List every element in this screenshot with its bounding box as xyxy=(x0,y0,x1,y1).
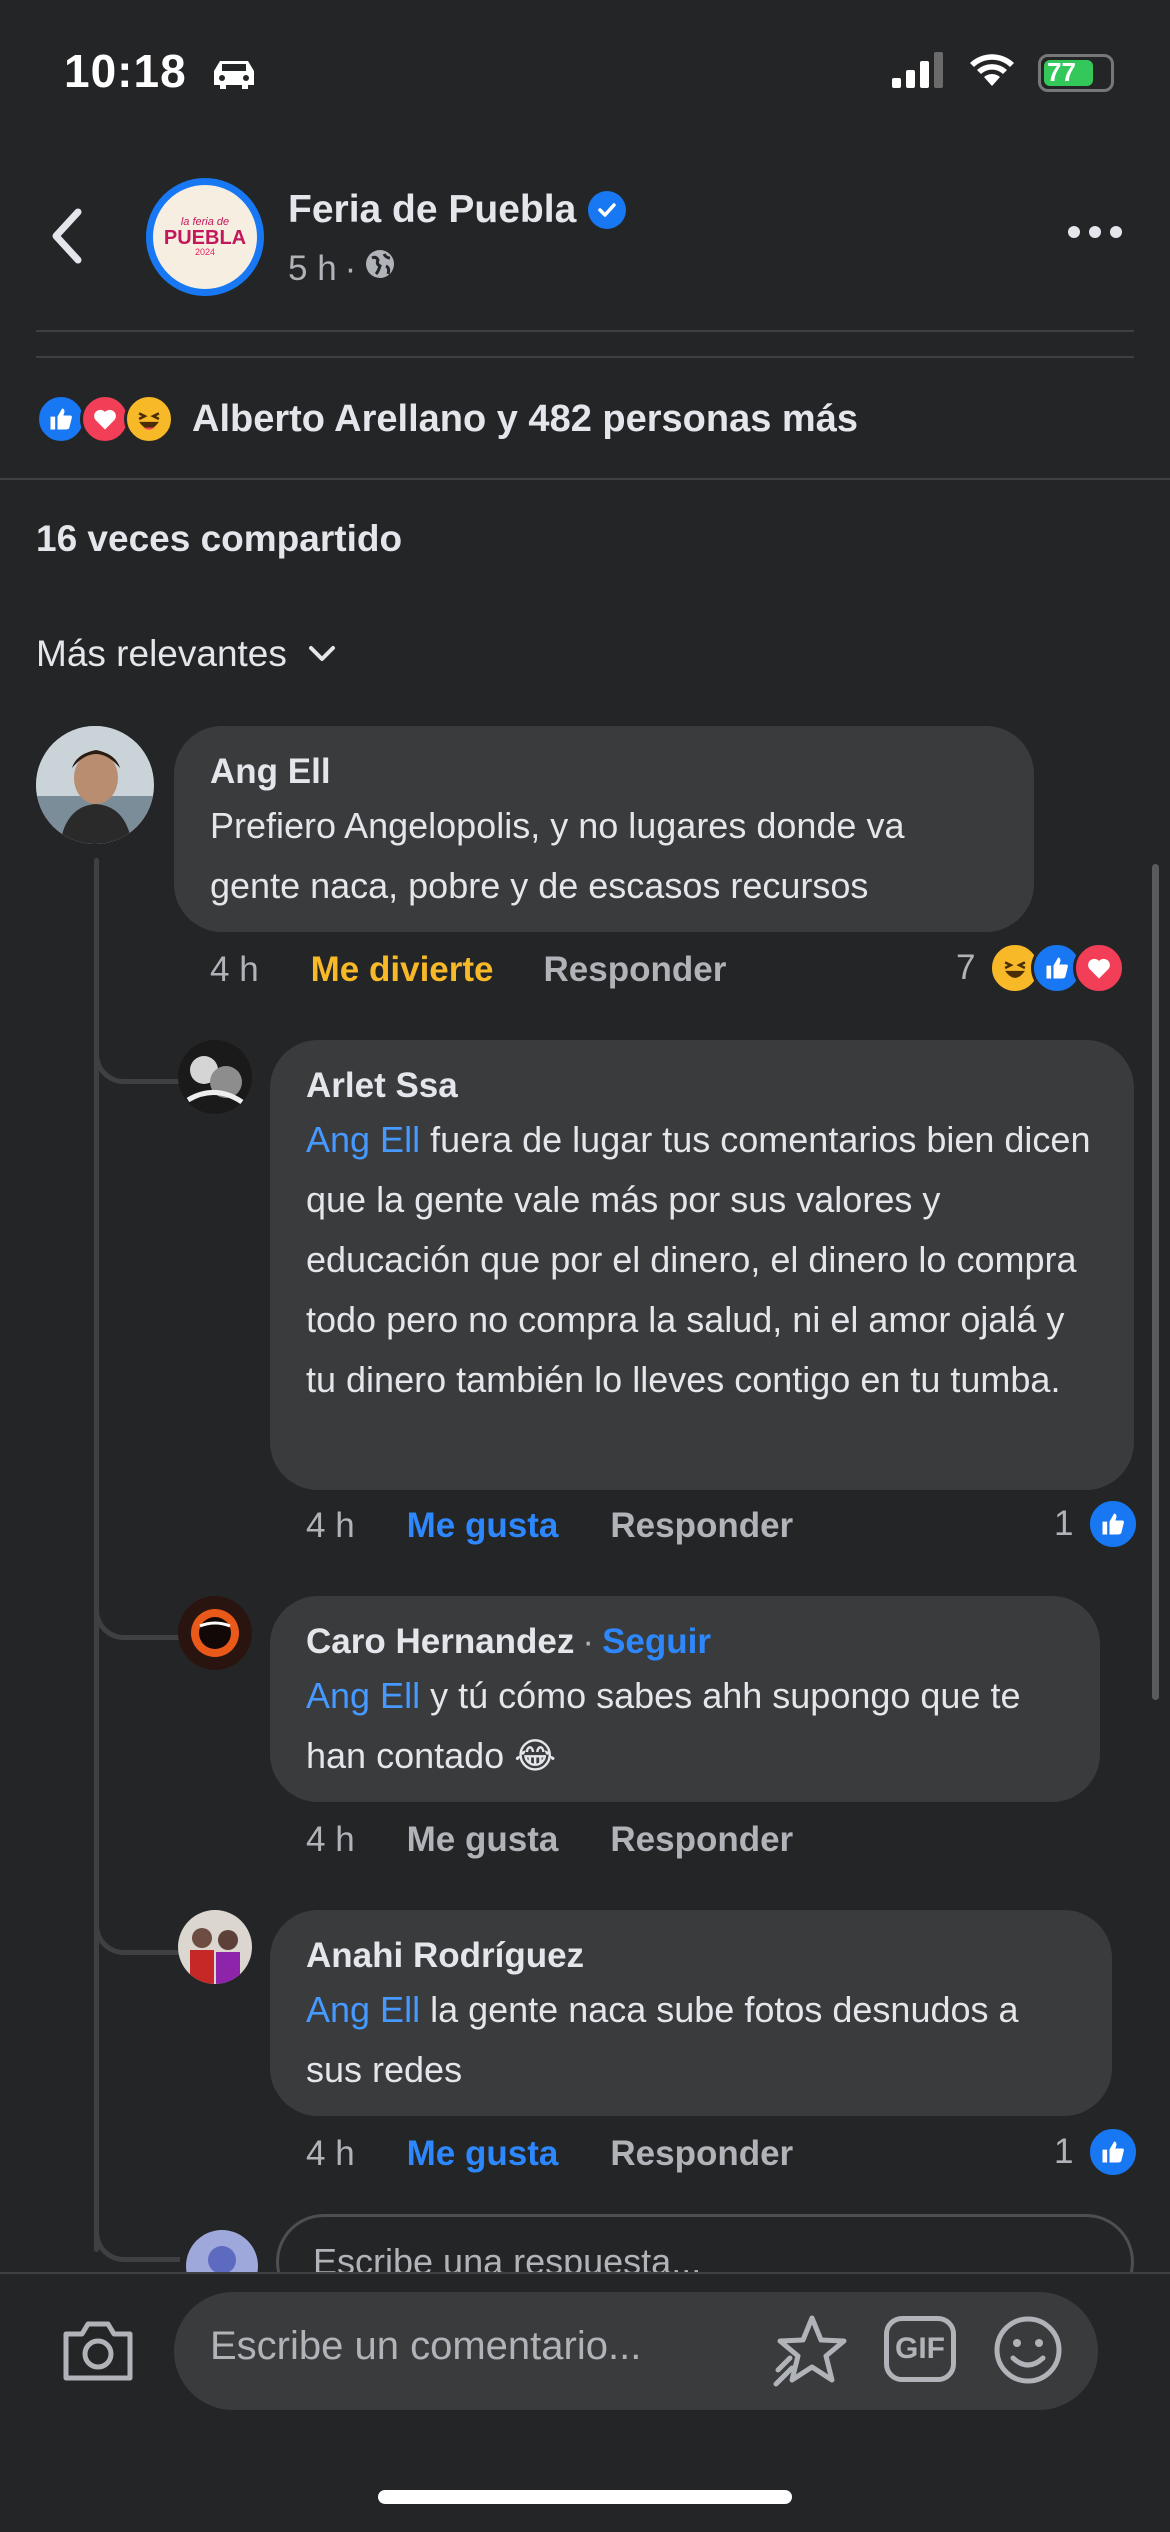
comment-reactions[interactable]: 7 xyxy=(956,942,1126,994)
avatar[interactable] xyxy=(178,1910,252,1984)
mention-link[interactable]: Ang Ell xyxy=(306,1989,420,2030)
scrollbar[interactable] xyxy=(1152,864,1159,1700)
sticker-icon[interactable] xyxy=(772,2310,852,2395)
gif-icon[interactable]: GIF xyxy=(884,2316,956,2382)
like-reaction-icon xyxy=(36,394,86,444)
battery-icon: 77 xyxy=(1038,53,1114,92)
like-button[interactable]: Me gusta xyxy=(407,2134,559,2174)
reaction-count: 1 xyxy=(1054,1504,1074,1543)
mention-link[interactable]: Ang Ell xyxy=(306,1675,420,1716)
comment-text: Ang Ell y tú cómo sabes ahh supongo que … xyxy=(306,1675,1021,1776)
composer-placeholder: Escribe un comentario... xyxy=(210,2324,642,2368)
love-reaction-icon xyxy=(80,394,130,444)
reactions-summary[interactable]: Alberto Arellano y 482 personas más xyxy=(36,394,858,444)
comment-time: 4 h xyxy=(210,950,259,989)
signal-icon xyxy=(892,52,946,93)
camera-icon[interactable] xyxy=(60,2318,136,2389)
divider xyxy=(36,330,1134,332)
comment-bubble[interactable]: Caro Hernandez · Seguir Ang Ell y tú cóm… xyxy=(270,1596,1100,1802)
comment-reactions[interactable]: 1 xyxy=(1054,2126,1140,2178)
comment-author[interactable]: Ang Ell xyxy=(210,752,998,792)
comment-text: Ang Ell fuera de lugar tus comentarios b… xyxy=(306,1119,1091,1400)
comment-author[interactable]: Arlet Ssa xyxy=(306,1066,1098,1106)
battery-level: 77 xyxy=(1047,57,1076,87)
comment-filter-dropdown[interactable]: Más relevantes xyxy=(36,633,337,675)
feria-logo: la feria de PUEBLA 2024 xyxy=(163,216,247,257)
love-reaction-icon xyxy=(1073,942,1126,994)
comment-text: Ang Ell la gente naca sube fotos desnudo… xyxy=(306,1989,1019,2090)
filter-label: Más relevantes xyxy=(36,633,287,674)
like-reaction-icon xyxy=(1087,2126,1140,2178)
haha-reaction-icon xyxy=(124,394,174,444)
comment-bubble[interactable]: Ang Ell Prefiero Angelopolis, y no lugar… xyxy=(174,726,1034,932)
thread-connector xyxy=(94,1580,180,1640)
avatar[interactable] xyxy=(36,726,154,844)
status-icons: 77 xyxy=(892,52,1114,93)
avatar[interactable] xyxy=(178,1596,252,1670)
like-button[interactable]: Me gusta xyxy=(407,1820,559,1860)
shares-count[interactable]: 16 veces compartido xyxy=(36,518,402,560)
comment-actions: 4 h Me gusta Responder xyxy=(306,2134,793,2174)
mention-link[interactable]: Ang Ell xyxy=(306,1119,420,1160)
post-time: 5 h xyxy=(288,248,337,288)
wifi-icon xyxy=(968,52,1016,93)
comment-actions: 4 h Me divierte Responder xyxy=(210,950,726,990)
reply-button[interactable]: Responder xyxy=(610,2134,793,2174)
comment-actions: 4 h Me gusta Responder xyxy=(306,1506,793,1546)
reply-button[interactable]: Responder xyxy=(610,1820,793,1860)
globe-icon xyxy=(364,248,396,289)
back-arrow-icon xyxy=(52,208,82,264)
reaction-count: 1 xyxy=(1054,2132,1074,2171)
reaction-count: 7 xyxy=(956,948,976,987)
page-avatar[interactable]: la feria de PUEBLA 2024 xyxy=(146,178,264,296)
home-indicator xyxy=(378,2490,792,2504)
thread-connector xyxy=(94,2202,180,2262)
status-time: 10:18 xyxy=(64,44,260,102)
reply-button[interactable]: Responder xyxy=(544,950,727,990)
reply-button[interactable]: Responder xyxy=(610,1506,793,1546)
follow-button[interactable]: Seguir xyxy=(602,1622,711,1662)
more-options-icon[interactable] xyxy=(1068,226,1122,238)
back-button[interactable] xyxy=(48,206,84,271)
car-icon xyxy=(208,48,260,102)
like-reaction-icon xyxy=(1087,1498,1140,1550)
divider xyxy=(0,478,1170,480)
comment-author[interactable]: Anahi Rodríguez xyxy=(306,1936,1076,1976)
comment-time: 4 h xyxy=(306,1820,355,1859)
verified-badge-icon xyxy=(588,191,627,229)
reaction-button[interactable]: Me divierte xyxy=(311,950,494,990)
comment-time: 4 h xyxy=(306,1506,355,1545)
thread-connector xyxy=(94,1895,180,1955)
comment-reactions[interactable]: 1 xyxy=(1054,1498,1140,1550)
emoji-icon[interactable] xyxy=(992,2314,1064,2391)
page-name[interactable]: Feria de Puebla xyxy=(288,188,627,232)
chevron-down-icon xyxy=(308,646,335,661)
post-meta: 5 h · xyxy=(288,248,396,289)
comment-text: Prefiero Angelopolis, y no lugares donde… xyxy=(210,805,905,906)
thread-connector xyxy=(94,1024,180,1084)
comment-bubble[interactable]: Anahi Rodríguez Ang Ell la gente naca su… xyxy=(270,1910,1112,2116)
comment-bubble[interactable]: Arlet Ssa Ang Ell fuera de lugar tus com… xyxy=(270,1040,1134,1490)
avatar[interactable] xyxy=(178,1040,252,1114)
reactions-label: Alberto Arellano y 482 personas más xyxy=(192,397,858,440)
like-button[interactable]: Me gusta xyxy=(407,1506,559,1546)
comment-actions: 4 h Me gusta Responder xyxy=(306,1820,793,1860)
divider xyxy=(36,356,1134,358)
comment-author: Caro Hernandez · Seguir xyxy=(306,1622,711,1662)
comment-time: 4 h xyxy=(306,2134,355,2173)
